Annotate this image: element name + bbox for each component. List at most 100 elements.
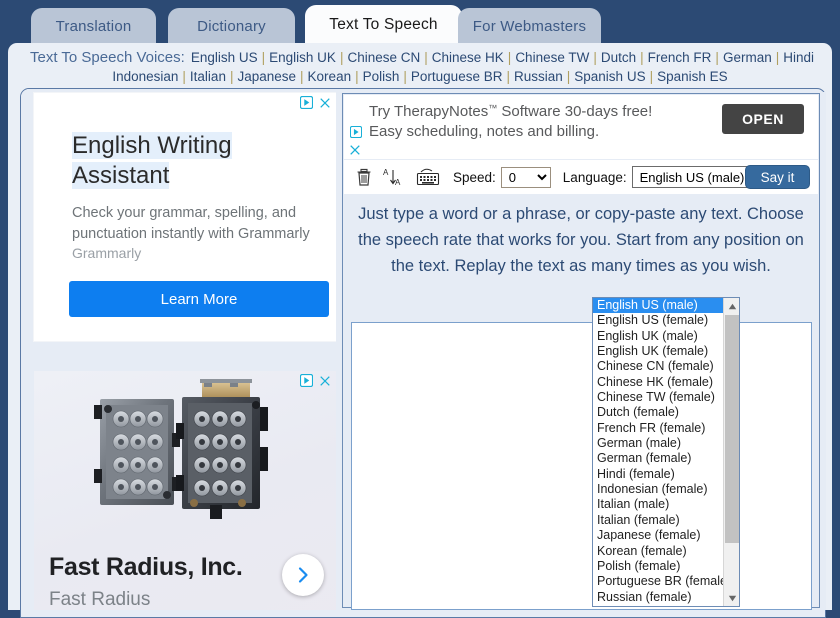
- tab-text-to-speech[interactable]: Text To Speech: [305, 5, 462, 45]
- svg-text:A: A: [383, 168, 389, 177]
- voice-link-portuguese-br[interactable]: Portuguese BR: [411, 69, 503, 84]
- voice-link-french-fr[interactable]: French FR: [648, 50, 712, 65]
- voice-option[interactable]: French FR (female): [593, 421, 724, 436]
- voices-separator: |: [506, 69, 510, 84]
- voices-separator: |: [262, 50, 266, 65]
- voice-option[interactable]: Hindi (female): [593, 467, 724, 482]
- voice-option[interactable]: German (male): [593, 436, 724, 451]
- scrollbar-thumb[interactable]: [725, 315, 739, 543]
- ad-grammarly-title: English WritingAssistant: [72, 131, 312, 191]
- trash-icon[interactable]: [355, 167, 373, 187]
- voice-link-spanish-es[interactable]: Spanish ES: [657, 69, 728, 84]
- voices-separator: |: [182, 69, 186, 84]
- voice-option[interactable]: Chinese TW (female): [593, 390, 724, 405]
- voice-link-english-us[interactable]: English US: [191, 50, 258, 65]
- banner-ad-headline-rest: Software 30-days free!: [497, 103, 652, 120]
- ad-fast-radius-title: Fast Radius, Inc.: [49, 553, 243, 582]
- voices-separator: |: [424, 50, 428, 65]
- left-ad-column: English WritingAssistant Check your gram…: [21, 89, 336, 610]
- voice-link-indonesian[interactable]: Indonesian: [112, 69, 178, 84]
- voice-link-japanese[interactable]: Japanese: [237, 69, 296, 84]
- voices-separator: |: [508, 50, 512, 65]
- voice-option[interactable]: Dutch (female): [593, 405, 724, 420]
- speed-label: Speed:: [453, 170, 496, 185]
- tab-for-webmasters[interactable]: For Webmasters: [458, 8, 601, 45]
- tab-bar: Translation Dictionary Text To Speech Fo…: [0, 0, 840, 45]
- panel-right-rail: [826, 88, 832, 610]
- banner-ad-subline: Easy scheduling, notes and billing.: [369, 123, 599, 140]
- triangle-up-icon[interactable]: [724, 298, 740, 314]
- adchoices-icon[interactable]: [350, 125, 362, 143]
- tts-main-panel: Try TherapyNotes™ Software 30-days free!…: [340, 92, 826, 610]
- ad-grammarly-description: Check your grammar, spelling, and punctu…: [72, 203, 322, 245]
- text-case-icon[interactable]: A A: [383, 167, 405, 187]
- voice-link-hindi[interactable]: Hindi: [783, 50, 814, 65]
- close-icon[interactable]: [319, 96, 331, 114]
- svg-text:A: A: [395, 178, 401, 187]
- voice-link-spanish-us[interactable]: Spanish US: [574, 69, 645, 84]
- voices-bar-label: Text To Speech Voices:: [30, 49, 185, 66]
- ad-grammarly-badges: [300, 96, 331, 114]
- voice-option[interactable]: Portuguese BR (female): [593, 574, 724, 589]
- tts-toolbar: A A: [344, 160, 818, 194]
- ad-grammarly-learn-more-button[interactable]: Learn More: [69, 281, 329, 317]
- voice-option[interactable]: Chinese HK (female): [593, 375, 724, 390]
- say-it-button[interactable]: Say it: [745, 165, 810, 189]
- voices-separator: |: [593, 50, 597, 65]
- ad-grammarly[interactable]: English WritingAssistant Check your gram…: [34, 93, 336, 341]
- voice-option[interactable]: English UK (male): [593, 329, 724, 344]
- voice-link-polish[interactable]: Polish: [363, 69, 400, 84]
- voice-link-chinese-cn[interactable]: Chinese CN: [347, 50, 420, 65]
- banner-ad-headline-main: Try TherapyNotes: [369, 103, 488, 120]
- chevron-right-icon[interactable]: [282, 554, 324, 596]
- voice-option[interactable]: German (female): [593, 451, 724, 466]
- voice-dropdown-list[interactable]: English US (male)English US (female)Engl…: [592, 297, 740, 607]
- voice-option[interactable]: Chinese CN (female): [593, 359, 724, 374]
- voice-option[interactable]: Japanese (female): [593, 528, 724, 543]
- voice-option[interactable]: Indonesian (female): [593, 482, 724, 497]
- triangle-down-icon[interactable]: [724, 590, 740, 606]
- voice-option[interactable]: English US (male): [593, 298, 724, 313]
- text-input-area[interactable]: [351, 322, 812, 610]
- dropdown-scrollbar[interactable]: [723, 298, 739, 606]
- voice-link-korean[interactable]: Korean: [308, 69, 352, 84]
- voices-separator: |: [340, 50, 344, 65]
- banner-ad-therapynotes[interactable]: Try TherapyNotes™ Software 30-days free!…: [344, 95, 818, 159]
- tts-panel-inner: Try TherapyNotes™ Software 30-days free!…: [342, 93, 820, 608]
- tab-dictionary-label: Dictionary: [197, 18, 266, 35]
- voice-link-chinese-tw[interactable]: Chinese TW: [515, 50, 589, 65]
- voices-separator: |: [300, 69, 304, 84]
- voice-link-italian[interactable]: Italian: [190, 69, 226, 84]
- voices-row-2: Indonesian|Italian|Japanese|Korean|Polis…: [8, 67, 832, 86]
- voices-separator: |: [776, 50, 780, 65]
- voices-separator: |: [650, 69, 654, 84]
- voices-separator: |: [715, 50, 719, 65]
- voice-link-german[interactable]: German: [723, 50, 772, 65]
- voice-link-dutch[interactable]: Dutch: [601, 50, 636, 65]
- banner-ad-open-button[interactable]: OPEN: [722, 104, 804, 134]
- keyboard-icon[interactable]: [415, 167, 441, 187]
- ad-grammarly-brand: Grammarly: [72, 245, 141, 261]
- voice-option[interactable]: English US (female): [593, 313, 724, 328]
- tab-dictionary[interactable]: Dictionary: [168, 8, 295, 45]
- voice-option[interactable]: Russian (female): [593, 590, 724, 605]
- ad-fast-radius[interactable]: Fast Radius, Inc. Fast Radius: [34, 371, 336, 610]
- voice-link-russian[interactable]: Russian: [514, 69, 563, 84]
- voice-option[interactable]: Korean (female): [593, 544, 724, 559]
- voice-link-english-uk[interactable]: English UK: [269, 50, 336, 65]
- ad-fast-radius-brand: Fast Radius: [49, 589, 150, 610]
- voices-separator: |: [355, 69, 359, 84]
- banner-ad-headline: Try TherapyNotes™ Software 30-days free!: [369, 103, 652, 120]
- banner-ad-trademark: ™: [488, 103, 497, 113]
- adchoices-icon[interactable]: [300, 96, 313, 114]
- voice-option[interactable]: Italian (female): [593, 513, 724, 528]
- voices-separator: |: [403, 69, 407, 84]
- voices-row-1: Text To Speech Voices:English US|English…: [8, 48, 832, 67]
- tab-translation[interactable]: Translation: [31, 8, 156, 45]
- close-icon[interactable]: [349, 143, 361, 161]
- voice-option[interactable]: English UK (female): [593, 344, 724, 359]
- speed-select[interactable]: 0123-1-2-3: [501, 167, 551, 188]
- voice-link-chinese-hk[interactable]: Chinese HK: [432, 50, 504, 65]
- voice-option[interactable]: Polish (female): [593, 559, 724, 574]
- voice-option[interactable]: Italian (male): [593, 497, 724, 512]
